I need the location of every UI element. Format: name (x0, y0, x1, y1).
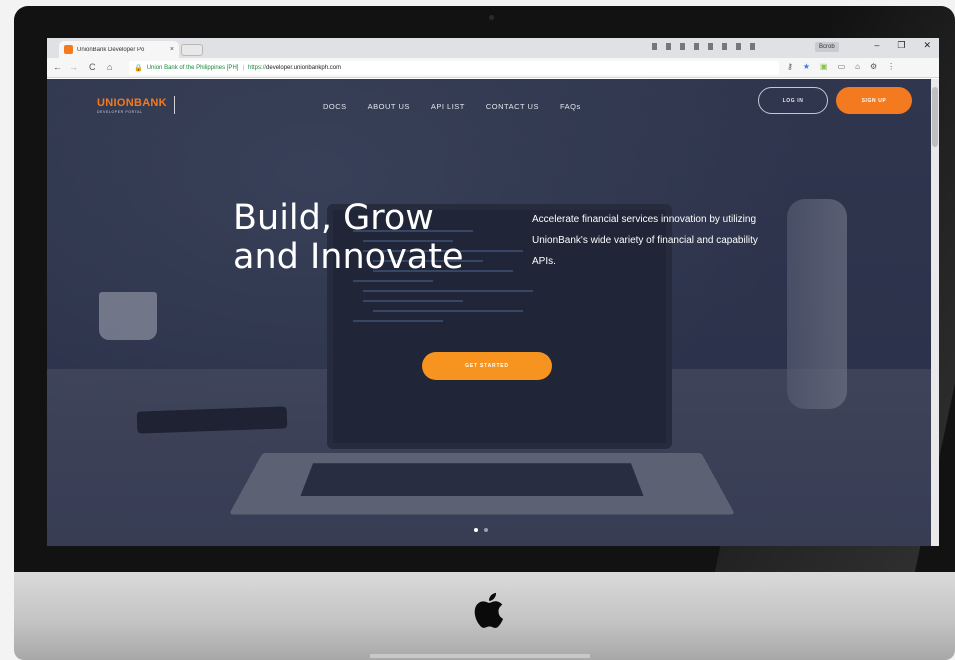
extension-icon[interactable] (736, 43, 741, 50)
nav-contact-us[interactable]: CONTACT US (486, 102, 539, 111)
monitor-bezel: UnionBank Developer Po × Bcrob – ❐ ✕ ← →… (14, 6, 955, 572)
monitor-stand (370, 654, 590, 658)
page-scrollbar[interactable] (931, 79, 939, 546)
maximize-button[interactable]: ❐ (897, 40, 905, 51)
profile-chip[interactable]: Bcrob (815, 42, 839, 52)
key-icon[interactable]: ⚷ (787, 62, 793, 71)
menu-icon[interactable]: ⋮ (887, 62, 895, 71)
extension-strip (652, 43, 755, 50)
url-separator: | (242, 65, 245, 71)
logo-wordmark: UNIONBANK (97, 97, 167, 109)
window-controls: – ❐ ✕ (874, 40, 931, 51)
forward-icon[interactable]: → (69, 62, 78, 72)
scrollbar-thumb[interactable] (932, 87, 938, 147)
screen: UnionBank Developer Po × Bcrob – ❐ ✕ ← →… (47, 38, 939, 546)
new-tab-button[interactable] (181, 44, 203, 56)
camera-dot (489, 15, 494, 20)
bookmark-star-icon[interactable]: ★ (803, 62, 810, 71)
apple-logo-icon (474, 592, 503, 628)
hero-overlay (47, 79, 939, 546)
extension-icon[interactable]: ⌂ (855, 62, 860, 71)
tab-close-icon[interactable]: × (170, 46, 174, 53)
extension-icon[interactable] (694, 43, 699, 50)
nav-faqs[interactable]: FAQs (560, 102, 581, 111)
site-identity: Union Bank of the Philippines [PH] (146, 65, 239, 71)
back-icon[interactable]: ← (53, 62, 62, 72)
minimize-button[interactable]: – (874, 40, 879, 51)
login-button[interactable]: LOG IN (758, 87, 828, 114)
browser-tab-bar: UnionBank Developer Po × Bcrob – ❐ ✕ (47, 38, 939, 58)
headline-line-1: Build, Grow (233, 198, 434, 238)
settings-icon[interactable]: ⚙ (870, 62, 877, 71)
url-text: https://developer.unionbankph.com (248, 65, 342, 71)
nav-api-list[interactable]: API LIST (431, 102, 465, 111)
cast-icon[interactable]: ▭ (838, 62, 846, 71)
extension-icon[interactable] (666, 43, 671, 50)
reload-icon[interactable]: C (89, 62, 96, 72)
main-nav: DOCS ABOUT US API LIST CONTACT US FAQs (323, 102, 581, 111)
signup-button[interactable]: SIGN UP (836, 87, 912, 114)
headline-line-2: and Innovate (233, 237, 464, 277)
logo-divider (174, 96, 175, 114)
android-icon[interactable]: ▣ (820, 62, 828, 71)
carousel-indicators (474, 528, 488, 532)
home-icon[interactable]: ⌂ (107, 62, 112, 72)
extension-icon[interactable] (750, 43, 755, 50)
toolbar-icons: ⚷ ★ ▣ ▭ ⌂ ⚙ ⋮ (787, 62, 895, 71)
get-started-button[interactable]: GET STARTED (422, 352, 552, 380)
unionbank-favicon-icon (64, 45, 73, 54)
nav-docs[interactable]: DOCS (323, 102, 347, 111)
carousel-dot-2[interactable] (484, 528, 488, 532)
browser-toolbar: ← → C ⌂ 🔒 Union Bank of the Philippines … (47, 58, 939, 78)
logo-subtitle: DEVELOPER PORTAL (97, 110, 143, 114)
hero-tagline: Accelerate financial services innovation… (532, 214, 758, 267)
extension-icon[interactable] (722, 43, 727, 50)
lock-icon: 🔒 (134, 65, 143, 72)
tab-title: UnionBank Developer Po (77, 46, 145, 53)
hero-section: UNIONBANK DEVELOPER PORTAL DOCS ABOUT US… (47, 79, 939, 546)
extension-icon[interactable] (680, 43, 685, 50)
unionbank-logo[interactable]: UNIONBANK DEVELOPER PORTAL (97, 96, 175, 114)
imac-frame: UnionBank Developer Po × Bcrob – ❐ ✕ ← →… (14, 6, 955, 660)
nav-about-us[interactable]: ABOUT US (368, 102, 410, 111)
hero-headline: Build, Grow and Innovate (233, 199, 464, 277)
address-bar[interactable]: 🔒 Union Bank of the Philippines [PH] | h… (129, 61, 779, 75)
extension-icon[interactable] (652, 43, 657, 50)
carousel-dot-1[interactable] (474, 528, 478, 532)
extension-icon[interactable] (708, 43, 713, 50)
browser-tab[interactable]: UnionBank Developer Po × (59, 41, 179, 58)
close-window-button[interactable]: ✕ (923, 40, 931, 51)
